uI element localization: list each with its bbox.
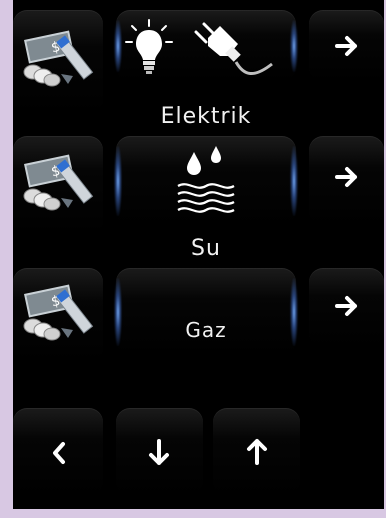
arrow-right-icon [335,296,357,316]
go-button-elektrik[interactable] [309,10,384,82]
bill-pen-coins-icon: $ [23,284,94,341]
back-button[interactable] [13,408,103,496]
chevron-left-icon [53,442,65,464]
arrow-right-icon [335,167,357,187]
arrow-up-icon [247,439,267,465]
scroll-up-button[interactable] [213,408,300,496]
pay-bill-button-gaz[interactable]: $ [13,268,103,363]
bill-pen-coins-icon: $ [23,154,94,211]
utility-label-su: Su [191,236,221,261]
pay-bill-button-elektrik[interactable]: $ [13,10,103,115]
bill-pen-coins-icon: $ [23,30,94,87]
utility-label-gaz: Gaz [185,318,227,342]
utility-tile-gaz[interactable]: Gaz [116,268,296,356]
pay-bill-button-su[interactable]: $ [13,136,103,236]
utility-tile-elektrik[interactable] [116,10,296,82]
go-button-gaz[interactable] [309,268,384,348]
utility-tile-su[interactable] [116,136,296,226]
arrow-down-icon [149,439,169,465]
go-button-su[interactable] [309,136,384,226]
power-plug-icon [194,22,273,75]
scroll-down-button[interactable] [116,408,203,496]
lightbulb-icon [125,19,173,74]
frame-border [0,509,386,518]
water-drops-icon [177,146,235,213]
utility-label-elektrik: Elektrik [160,104,252,129]
screen: $ Elektrik $ Su $ Gaz [13,0,384,509]
arrow-right-icon [335,36,357,56]
